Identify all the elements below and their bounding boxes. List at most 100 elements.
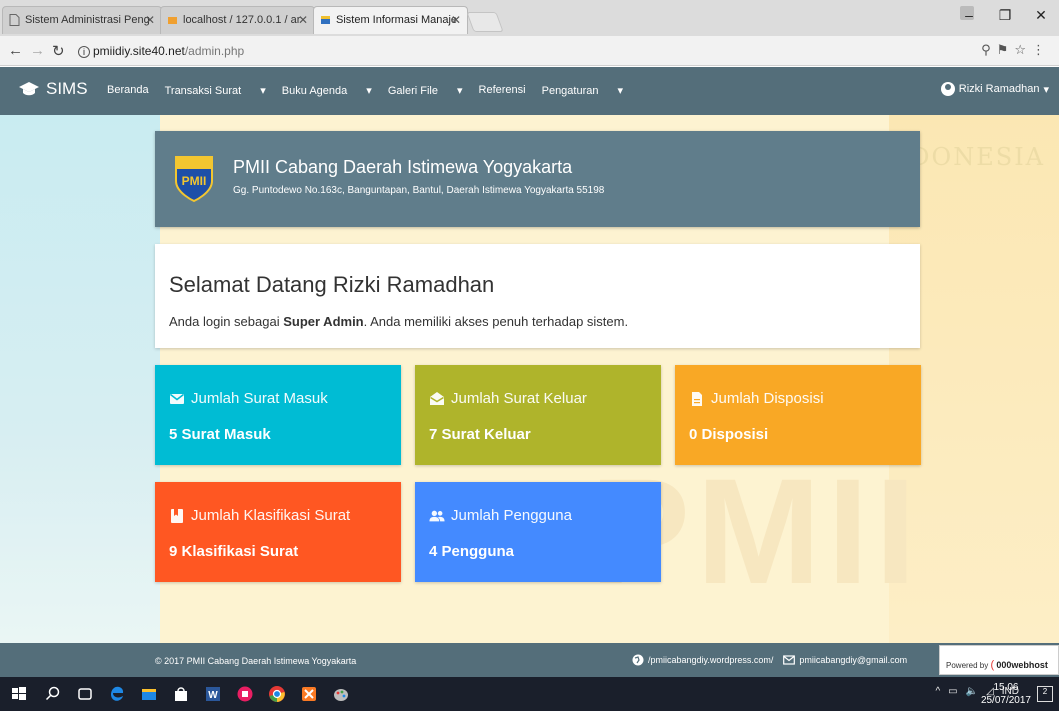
close-window-icon[interactable]: ✕	[1023, 7, 1059, 24]
main-content: INDONESIA PMII PMII PMII Cabang Daerah I…	[0, 115, 1059, 643]
edge-icon[interactable]	[108, 685, 126, 703]
chevron-up-icon[interactable]: ^	[935, 686, 940, 697]
nav-item-buku-agenda[interactable]: Buku Agenda ▾	[282, 84, 372, 97]
website-link[interactable]: /pmiicabangdiy.wordpress.com/	[648, 655, 773, 665]
svg-text:W: W	[208, 690, 218, 701]
stat-title: Jumlah Surat Keluar	[429, 390, 587, 407]
nav-menu: Beranda Transaksi Surat ▾ Buku Agenda ▾ …	[107, 84, 639, 97]
footer-links: /pmiicabangdiy.wordpress.com/ pmiicabang…	[632, 654, 907, 666]
browser-tab-2-title: localhost / 127.0.0.1 / ar	[183, 14, 301, 26]
nav-item-galeri-file[interactable]: Galeri File ▾	[388, 84, 463, 97]
forward-icon[interactable]: →	[30, 42, 45, 59]
welcome-card: Selamat Datang Rizki Ramadhan Anda login…	[155, 244, 920, 348]
windows-start-icon[interactable]	[10, 685, 28, 703]
stat-title-label: Jumlah Pengguna	[451, 507, 572, 524]
url-field[interactable]: i pmiidiy.site40.net/admin.php	[78, 40, 878, 62]
stat-title-label: Jumlah Disposisi	[711, 390, 824, 407]
zoom-icon[interactable]: ⚲	[981, 42, 997, 57]
url-path: /admin.php	[184, 44, 245, 58]
brand[interactable]: SIMS	[18, 79, 88, 99]
info-icon[interactable]: i	[78, 46, 90, 58]
restore-icon[interactable]: ❐	[987, 7, 1023, 24]
extension-icon[interactable]: ⚑	[997, 42, 1015, 57]
brand-label: SIMS	[46, 79, 88, 98]
media-app-icon[interactable]	[236, 685, 254, 703]
stat-klasifikasi-surat[interactable]: Jumlah Klasifikasi Surat 9 Klasifikasi S…	[155, 482, 401, 582]
address-bar: ← → ↻ i pmiidiy.site40.net/admin.php ⚲⚑☆⋮	[0, 36, 1059, 66]
open-mail-icon	[430, 391, 444, 405]
browser-tab-1[interactable]: Sistem Administrasi Peng ✕	[2, 6, 162, 34]
back-icon[interactable]: ←	[8, 42, 23, 59]
organization-header: PMII PMII Cabang Daerah Istimewa Yogyaka…	[155, 131, 920, 227]
browser-tab-2[interactable]: localhost / 127.0.0.1 / ar ✕	[160, 6, 315, 34]
stat-title: Jumlah Surat Masuk	[169, 390, 328, 407]
users-icon	[429, 510, 445, 521]
word-icon[interactable]: W	[204, 685, 222, 703]
user-menu[interactable]: Rizki Ramadhan ▾	[940, 82, 1049, 96]
network-icon[interactable]: ▭	[948, 686, 957, 697]
xampp-icon[interactable]	[300, 685, 318, 703]
stat-title: Jumlah Pengguna	[429, 507, 572, 524]
stat-pengguna[interactable]: Jumlah Pengguna 4 Pengguna	[415, 482, 661, 582]
close-icon[interactable]: ✕	[145, 13, 155, 27]
stat-title-label: Jumlah Surat Keluar	[451, 390, 587, 407]
welcome-text-after: . Anda memiliki akses penuh terhadap sis…	[363, 314, 629, 329]
clock[interactable]: 15.06 25/07/2017	[981, 681, 1031, 707]
stat-surat-masuk[interactable]: Jumlah Surat Masuk 5 Surat Masuk	[155, 365, 401, 465]
stat-title: Jumlah Klasifikasi Surat	[169, 507, 350, 524]
browser-tab-1-title: Sistem Administrasi Peng	[25, 14, 150, 26]
stat-value: 5 Surat Masuk	[169, 426, 271, 443]
nav-item-referensi[interactable]: Referensi	[479, 84, 526, 97]
window-controls: – ❐ ✕	[951, 0, 1059, 30]
stat-value: 0 Disposisi	[689, 426, 769, 443]
account-icon	[940, 82, 955, 96]
stat-disposisi[interactable]: Jumlah Disposisi 0 Disposisi	[675, 365, 921, 465]
close-icon[interactable]: ✕	[298, 13, 308, 27]
page-icon	[9, 14, 20, 26]
nav-item-transaksi-surat[interactable]: Transaksi Surat ▾	[165, 84, 266, 97]
welcome-text-before: Anda login sebagai	[169, 314, 284, 329]
organization-name: PMII Cabang Daerah Istimewa Yogyakarta	[233, 157, 573, 177]
document-icon	[692, 391, 702, 406]
email-link[interactable]: pmiicabangdiy@gmail.com	[799, 655, 907, 665]
notification-center-icon[interactable]: 2	[1037, 686, 1053, 702]
powered-by-brand: 000webhost	[996, 660, 1048, 670]
organization-address: Gg. Puntodewo No.163c, Banguntapan, Bant…	[233, 185, 605, 196]
app-navbar: SIMS Beranda Transaksi Surat ▾ Buku Agen…	[0, 67, 1059, 115]
minimize-icon[interactable]: –	[951, 7, 987, 23]
powered-by-badge[interactable]: Powered by ( 000webhost	[939, 645, 1059, 675]
new-tab-button[interactable]	[466, 12, 504, 32]
nav-item-beranda[interactable]: Beranda	[107, 84, 149, 97]
clock-time: 15.06	[993, 682, 1019, 693]
stat-value: 9 Klasifikasi Surat	[169, 543, 299, 560]
welcome-text: Anda login sebagai Super Admin. Anda mem…	[169, 314, 628, 329]
globe-icon	[632, 654, 644, 666]
paint-icon[interactable]	[332, 685, 350, 703]
browser-tab-3[interactable]: Sistem Informasi Manaje ✕	[313, 6, 468, 34]
stat-value: 7 Surat Keluar	[429, 426, 531, 443]
mail-icon	[170, 393, 184, 404]
task-view-icon[interactable]	[76, 685, 94, 703]
stat-surat-keluar[interactable]: Jumlah Surat Keluar 7 Surat Keluar	[415, 365, 661, 465]
copyright-text: © 2017 PMII Cabang Daerah Istimewa Yogya…	[155, 656, 357, 666]
nav-item-pengaturan[interactable]: Pengaturan ▾	[542, 84, 623, 97]
file-explorer-icon[interactable]	[140, 685, 158, 703]
pmii-logo: PMII	[175, 156, 213, 203]
clock-date: 25/07/2017	[980, 695, 1031, 706]
user-role: Super Admin	[283, 314, 364, 329]
nav-item-label: Pengaturan	[541, 85, 599, 97]
store-icon[interactable]	[172, 685, 190, 703]
url-host: pmiidiy.site40.net	[93, 44, 185, 58]
close-icon[interactable]: ✕	[451, 13, 461, 27]
graduation-cap-icon	[19, 82, 39, 96]
search-icon[interactable]	[44, 685, 62, 703]
volume-icon[interactable]: 🔈	[966, 686, 978, 697]
user-name: Rizki Ramadhan	[958, 83, 1040, 95]
phpmyadmin-icon	[168, 17, 177, 24]
reload-icon[interactable]: ↻	[52, 42, 65, 60]
bookmark-star-icon[interactable]: ☆	[1014, 42, 1032, 57]
page-footer: © 2017 PMII Cabang Daerah Istimewa Yogya…	[0, 643, 1059, 677]
chrome-icon[interactable]	[268, 685, 286, 703]
menu-icon[interactable]: ⋮	[1032, 42, 1051, 57]
nav-item-label: Transaksi Surat	[164, 85, 242, 97]
